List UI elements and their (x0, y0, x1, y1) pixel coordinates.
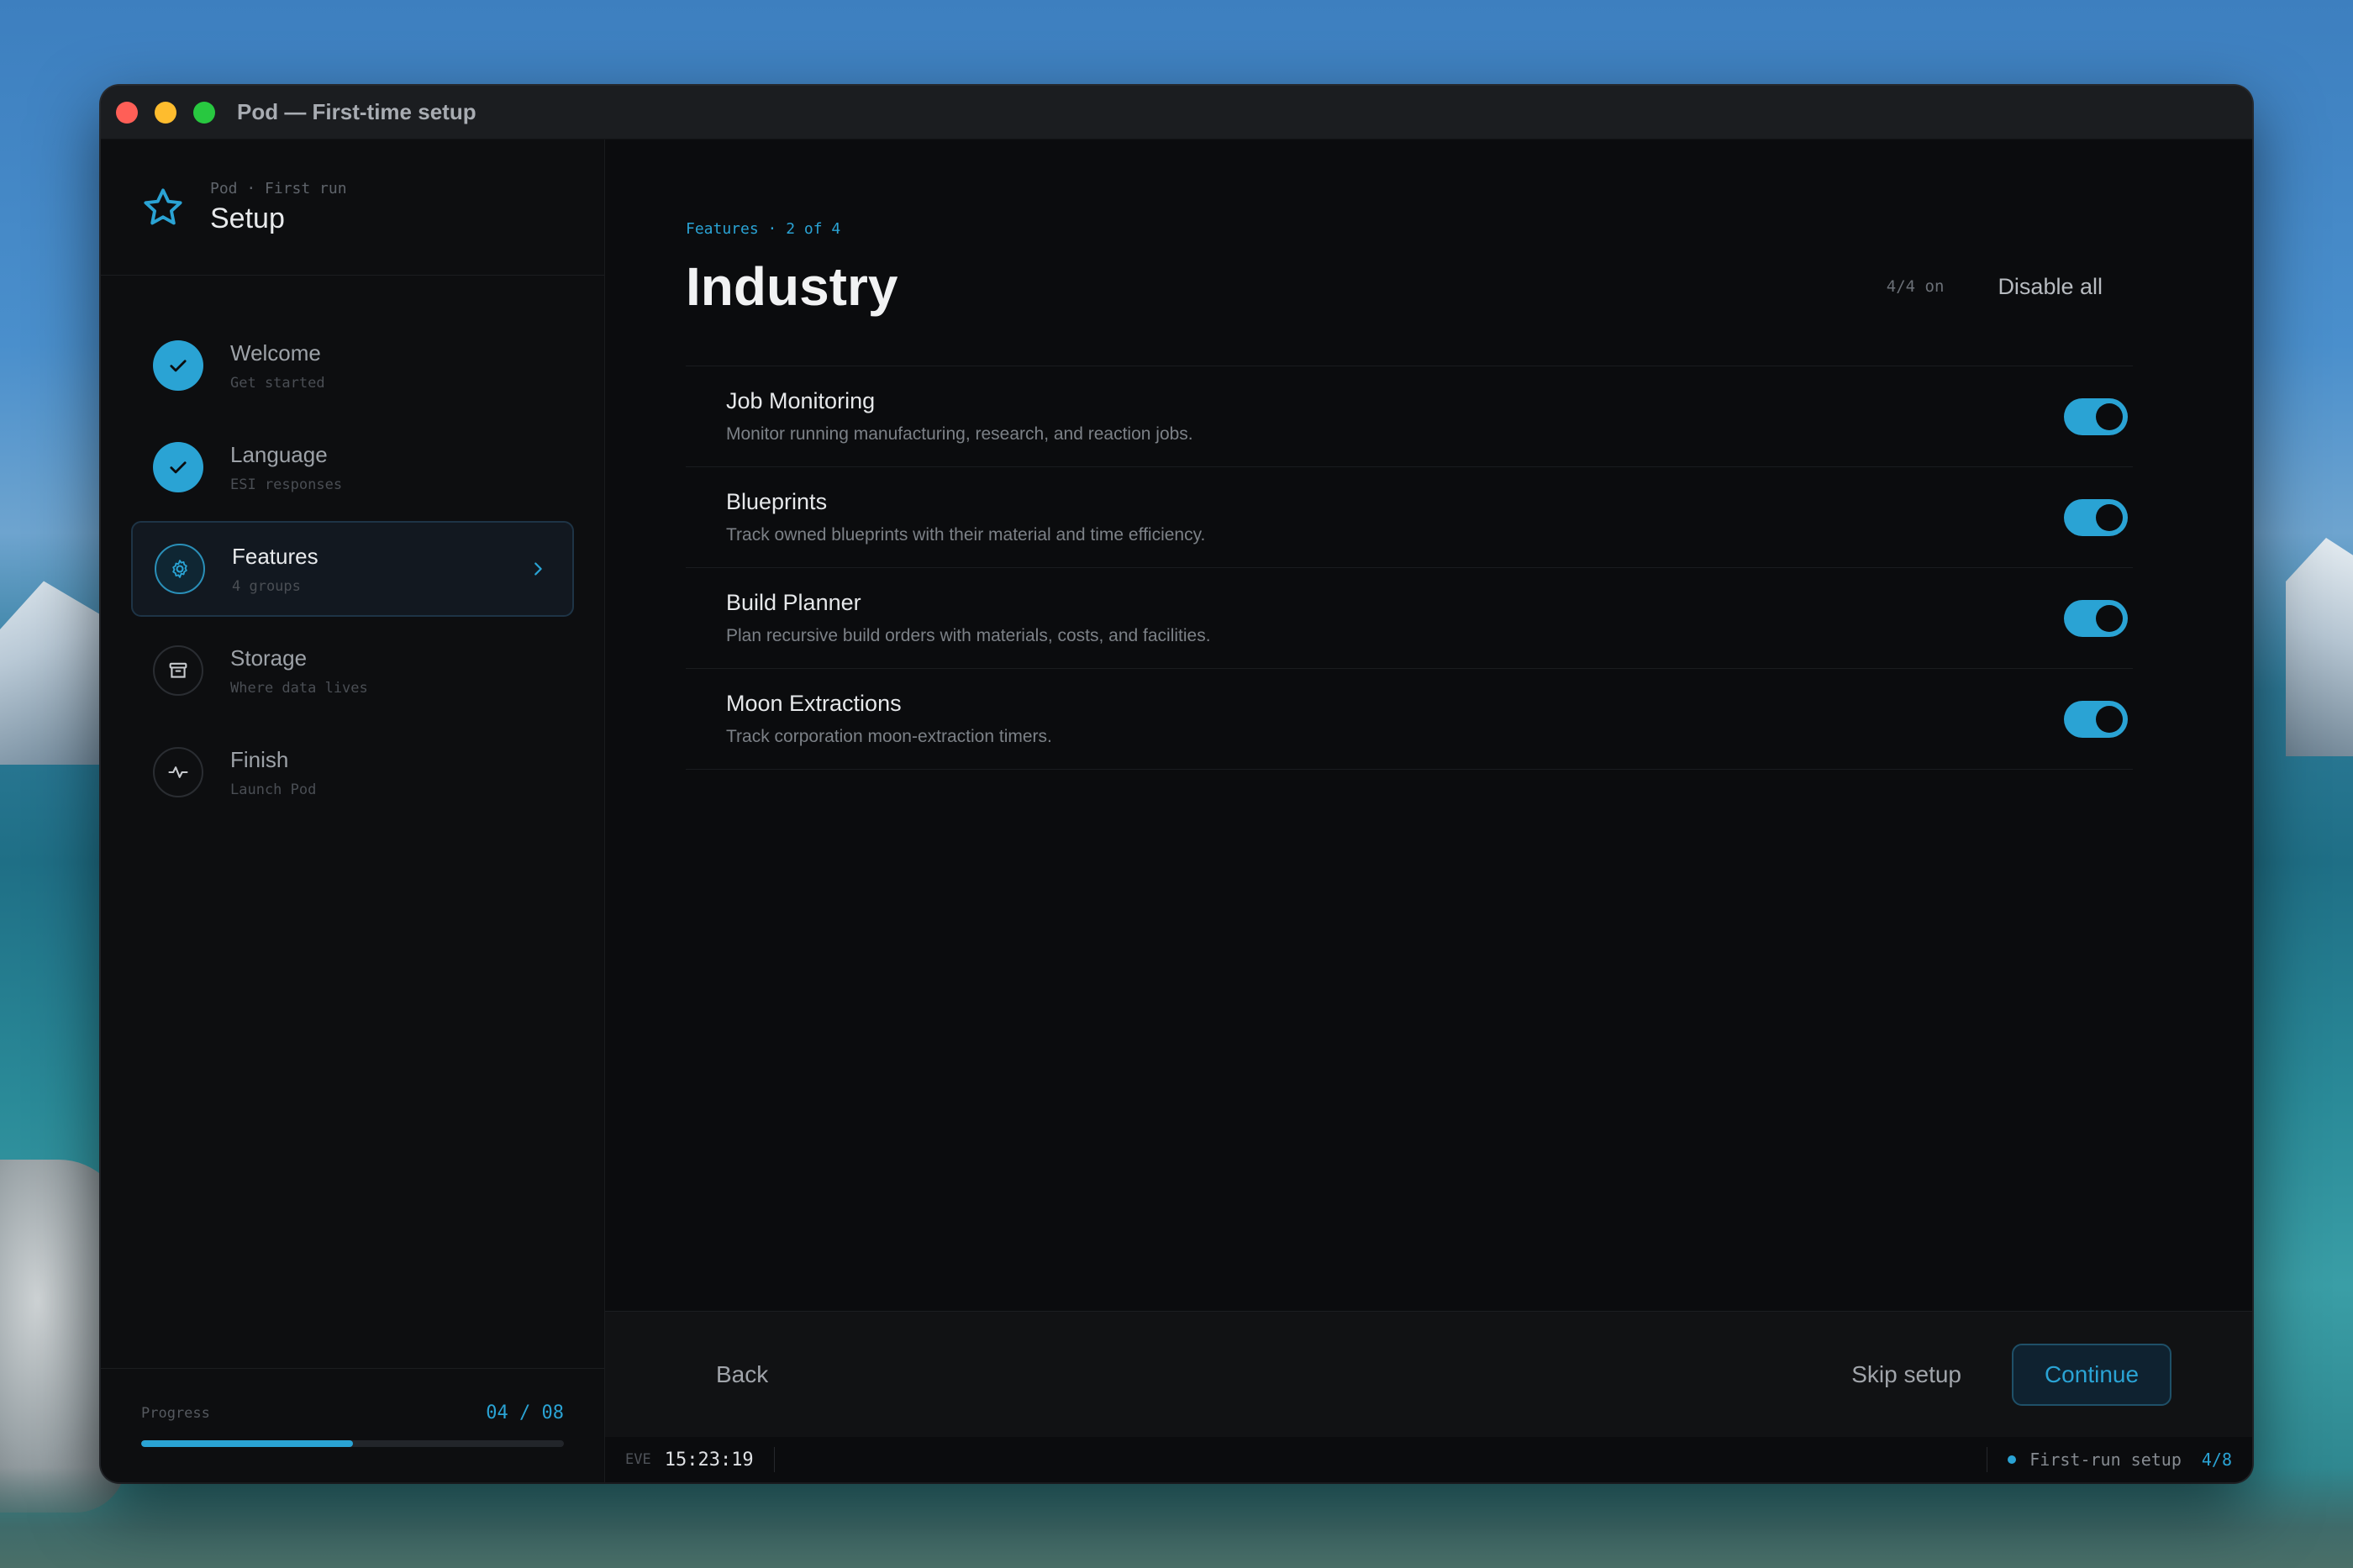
step-current-indicator (155, 544, 205, 594)
moon-extractions-toggle[interactable] (2064, 700, 2128, 738)
blueprints-toggle[interactable] (2064, 498, 2128, 536)
titlebar: Pod — First-time setup (101, 86, 2252, 139)
step-label: Language (230, 441, 328, 467)
archive-icon (169, 662, 187, 678)
toggle-knob (2096, 503, 2123, 531)
continue-button[interactable]: Continue (2012, 1343, 2171, 1406)
brand-subtitle: Pod · First run (210, 179, 347, 197)
job-monitoring-toggle[interactable] (2064, 397, 2128, 435)
background-shore (0, 1467, 2353, 1568)
toggle-knob (2096, 604, 2123, 632)
skip-setup-button[interactable]: Skip setup (1851, 1361, 1961, 1388)
step-language[interactable]: Language ESI responses (131, 419, 574, 515)
minimize-window-button[interactable] (155, 101, 176, 124)
breadcrumb: Features · 2 of 4 (686, 220, 841, 238)
setup-steps: Welcome Get started Language ESI respons… (101, 276, 604, 820)
feature-description: Monitor running manufacturing, research,… (726, 424, 1193, 444)
step-pending-indicator (153, 645, 203, 696)
step-sublabel: ESI responses (230, 476, 343, 493)
step-storage[interactable]: Storage Where data lives (131, 623, 574, 718)
toggle-knob (2096, 705, 2123, 733)
feature-row-build-planner: Build Planner Plan recursive build order… (686, 568, 2133, 669)
step-label: Finish (230, 746, 289, 772)
status-divider (773, 1447, 775, 1472)
progress-label: Progress (141, 1404, 210, 1422)
feature-name: Blueprints (726, 489, 828, 514)
brand-title: Setup (210, 202, 285, 234)
feature-name: Build Planner (726, 590, 861, 615)
star-icon (144, 187, 182, 224)
step-pending-indicator (153, 747, 203, 797)
disable-all-button[interactable]: Disable all (1998, 274, 2103, 300)
status-dot-icon (2008, 1455, 2017, 1464)
sidebar: Pod · First run Setup Welcome Get starte… (101, 139, 605, 1482)
brand-header: Pod · First run Setup (101, 139, 604, 276)
footer-actions: Back Skip setup Continue (605, 1311, 2252, 1437)
check-icon (170, 461, 187, 474)
step-sublabel: Where data lives (230, 679, 368, 697)
chevron-right-icon (534, 562, 542, 576)
feature-description: Plan recursive build orders with materia… (726, 626, 1211, 645)
back-button[interactable]: Back (716, 1361, 768, 1388)
build-planner-toggle[interactable] (2064, 599, 2128, 637)
check-icon (170, 360, 187, 372)
gear-icon (172, 560, 187, 578)
step-done-indicator (153, 340, 203, 391)
main-panel: Features · 2 of 4 Industry 4/4 on Disabl… (605, 139, 2252, 1482)
window-title: Pod — First-time setup (237, 99, 476, 124)
step-sublabel: Launch Pod (230, 781, 317, 798)
feature-row-blueprints: Blueprints Track owned blueprints with t… (686, 467, 2133, 568)
background-mountain-right (2286, 538, 2353, 756)
status-text: First-run setup (2029, 1450, 2182, 1470)
step-sublabel: Get started (230, 374, 325, 392)
progress-section: Progress 04 / 08 (101, 1368, 604, 1482)
eve-clock-label: EVE (625, 1451, 651, 1468)
progress-bar-fill (141, 1440, 353, 1447)
close-window-button[interactable] (116, 101, 138, 124)
eve-clock-time: 15:23:19 (664, 1449, 754, 1471)
feature-row-job-monitoring: Job Monitoring Monitor running manufactu… (686, 366, 2133, 467)
step-label: Features (232, 543, 318, 569)
step-finish[interactable]: Finish Launch Pod (131, 724, 574, 820)
page-title: Industry (686, 256, 898, 317)
toggle-knob (2096, 403, 2123, 430)
feature-name: Job Monitoring (726, 388, 876, 413)
step-welcome[interactable]: Welcome Get started (131, 318, 574, 413)
step-sublabel: 4 groups (232, 577, 301, 595)
feature-description: Track corporation moon-extraction timers… (726, 727, 1052, 746)
step-done-indicator (153, 442, 203, 492)
app-window: Pod — First-time setup Pod · First run S… (101, 86, 2252, 1482)
enabled-count: 4/4 on (1886, 277, 1945, 296)
status-bar: EVE 15:23:19 First-run setup 4/8 (605, 1437, 2252, 1482)
background-mountain-left (0, 581, 109, 765)
pulse-icon (168, 766, 188, 778)
feature-name: Moon Extractions (726, 691, 902, 716)
progress-count: 04 / 08 (486, 1402, 564, 1423)
step-label: Welcome (230, 339, 321, 366)
progress-bar (141, 1440, 564, 1447)
maximize-window-button[interactable] (193, 101, 215, 124)
step-label: Storage (230, 645, 308, 671)
status-step-count: 4/8 (2201, 1450, 2232, 1470)
step-features[interactable]: Features 4 groups (131, 521, 574, 617)
feature-row-moon-extractions: Moon Extractions Track corporation moon-… (686, 669, 2133, 770)
feature-description: Track owned blueprints with their materi… (726, 525, 1206, 545)
